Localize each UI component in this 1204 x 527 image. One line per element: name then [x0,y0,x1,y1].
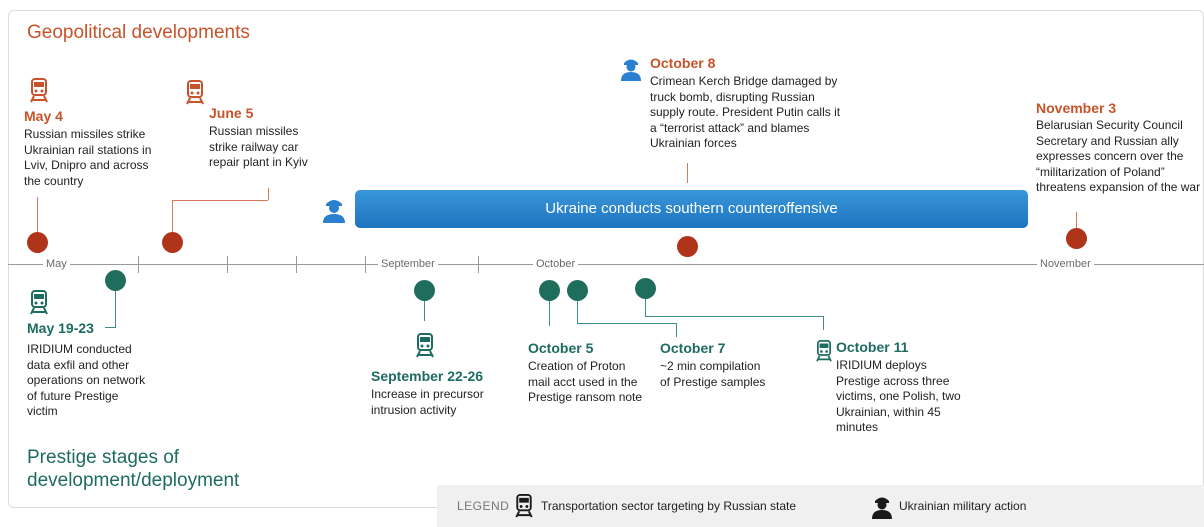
event-date: October 7 [660,340,726,356]
event-date: October 5 [528,340,594,356]
event-marker [677,236,698,257]
month-label-may: May [43,258,70,270]
connector-line [577,323,676,324]
event-marker [635,278,656,299]
connector-line [687,163,688,183]
event-marker [105,270,126,291]
soldier-icon [872,497,892,519]
event-description: Russian missiles strike Ukrainian rail s… [24,127,152,188]
month-label-september: September [378,258,438,270]
legend-item-military: Ukrainian military action [899,499,1027,513]
connector-line [823,316,824,330]
event-description: IRIDIUM deploys Prestige across three vi… [836,358,961,434]
train-icon [186,80,204,105]
event-date: June 5 [209,105,254,121]
event-date: October 8 [650,55,716,71]
connector-line [268,188,269,200]
connector-line [105,327,116,328]
axis-tick [365,256,366,273]
event-date: November 3 [1036,100,1117,116]
event-marker [162,232,183,253]
legend-item-transport: Transportation sector targeting by Russi… [541,499,797,513]
connector-line [172,200,268,201]
event-description: Increase in precursor intrusion activity [371,387,484,417]
connector-line [172,200,173,233]
event-date: May 4 [24,108,63,124]
connector-line [645,299,646,316]
event-description: IRIDIUM conducted data exfil and other o… [27,342,146,418]
train-icon [515,494,533,518]
train-icon [30,78,48,103]
connector-line [645,316,823,317]
geopolitical-title: Geopolitical developments [27,22,250,43]
month-label-october: October [533,258,579,270]
counteroffensive-bar: Ukraine conducts southern counteroffensi… [355,190,1028,228]
event-date: October 11 [836,339,909,355]
axis-tick [138,256,139,273]
prestige-title: Prestige stages of development/deploymen… [27,447,240,491]
soldier-icon [323,200,345,223]
connector-line [577,301,578,323]
event-description: Russian missiles strike railway car repa… [209,124,308,169]
train-icon [816,340,832,362]
soldier-icon [621,59,641,81]
legend: LEGEND Transportation sector targeting b… [437,485,1204,527]
event-marker [567,280,588,301]
train-icon [416,333,434,358]
event-marker [1066,228,1087,249]
legend-label: LEGEND [457,499,510,513]
connector-line [115,291,116,327]
event-marker [414,280,435,301]
connector-line [37,197,38,233]
connector-line [1076,212,1077,228]
event-marker [539,280,560,301]
event-marker [27,232,48,253]
event-description: ~2 min compilation of Prestige samples [660,359,766,389]
event-description: Creation of Proton mail acct used in the… [528,359,643,404]
timeline-axis [8,264,1204,265]
event-date: September 22-26 [371,368,484,384]
connector-line [549,301,550,326]
axis-tick [296,256,297,273]
train-icon [30,290,48,315]
month-label-november: November [1037,258,1094,270]
axis-tick [478,256,479,273]
event-date: May 19-23 [27,320,94,336]
connector-line [676,323,677,337]
event-description: Belarusian Security Council Secretary an… [1036,118,1201,194]
axis-tick [227,256,228,273]
connector-line [424,301,425,321]
event-description: Crimean Kerch Bridge damaged by truck bo… [650,74,841,150]
